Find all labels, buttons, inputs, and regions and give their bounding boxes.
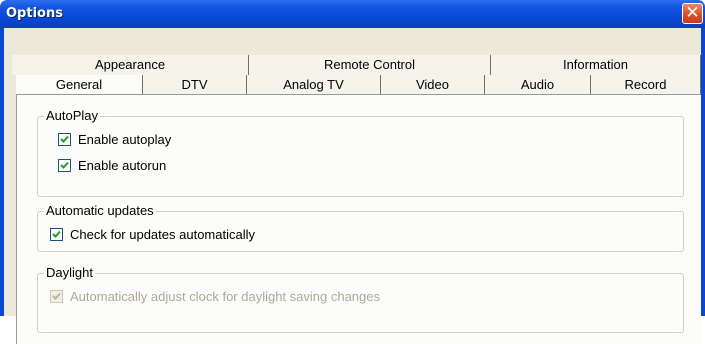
tab-remote-control[interactable]: Remote Control: [248, 55, 490, 75]
enable-autoplay-label: Enable autoplay: [78, 132, 172, 147]
checkmark-icon: [60, 161, 69, 169]
autoplay-group: AutoPlay Enable autoplay Enable autorun: [37, 108, 684, 197]
autoplay-group-label: AutoPlay: [44, 108, 101, 123]
tab-information[interactable]: Information: [490, 55, 701, 75]
checkmark-icon: [52, 230, 61, 238]
tab-label: Analog TV: [283, 77, 344, 92]
tab-label: DTV: [181, 77, 208, 92]
checkmark-icon: [60, 135, 69, 143]
tab-label: Appearance: [94, 57, 166, 72]
window-title: Options: [6, 6, 63, 21]
daylight-group: Daylight Automatically adjust clock for …: [37, 265, 684, 333]
tab-analog-tv[interactable]: Analog TV: [246, 75, 380, 95]
daylight-saving-label: Automatically adjust clock for daylight …: [70, 289, 380, 304]
tab-label: General: [55, 77, 103, 92]
automatic-updates-group: Automatic updates Check for updates auto…: [37, 203, 684, 252]
tab-dtv[interactable]: DTV: [142, 75, 246, 95]
tab-appearance[interactable]: Appearance: [12, 55, 248, 75]
tab-general[interactable]: General: [16, 75, 142, 95]
checkbox-box[interactable]: [50, 228, 63, 241]
general-tab-panel: AutoPlay Enable autoplay Enable autorun …: [16, 94, 701, 344]
close-icon: ✕: [685, 3, 700, 23]
check-updates-label: Check for updates automatically: [70, 227, 255, 242]
close-button[interactable]: ✕: [682, 3, 703, 24]
checkbox-box[interactable]: [58, 133, 71, 146]
dialog-client: Appearance Remote Control Information Ge…: [4, 28, 701, 344]
enable-autorun-label: Enable autorun: [78, 158, 167, 173]
checkbox-box[interactable]: [50, 290, 63, 303]
title-bar[interactable]: Options ✕: [0, 0, 705, 28]
tab-label: Audio: [520, 77, 555, 92]
tab-label: Record: [624, 77, 667, 92]
tab-record[interactable]: Record: [590, 75, 701, 95]
tab-audio[interactable]: Audio: [484, 75, 590, 95]
automatic-updates-group-label: Automatic updates: [44, 203, 156, 218]
tab-label: Remote Control: [323, 57, 416, 72]
tab-label: Video: [415, 77, 449, 92]
tab-label: Information: [562, 57, 629, 72]
daylight-group-label: Daylight: [44, 265, 95, 280]
window-frame-right: [701, 28, 705, 316]
checkbox-box[interactable]: [58, 159, 71, 172]
checkmark-icon: [52, 292, 61, 300]
tab-video[interactable]: Video: [380, 75, 484, 95]
